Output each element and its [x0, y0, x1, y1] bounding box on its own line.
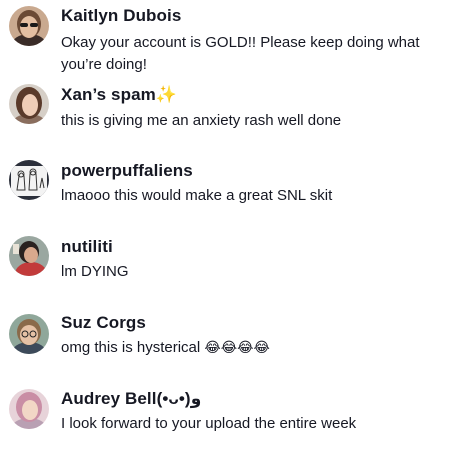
woman-pink-hair-avatar	[9, 389, 49, 429]
comment-username[interactable]: nutiliti	[61, 237, 113, 257]
comment-username[interactable]: Audrey Bell(•ᴗ•)و	[61, 389, 201, 409]
comment-text: omg this is hysterical 😂😂😂😂	[61, 337, 441, 359]
avatar[interactable]	[9, 314, 49, 354]
comment-item: Xan’s spam✨ this is giving me an anxiety…	[0, 76, 450, 152]
comment-username-text: Xan’s spam	[61, 85, 156, 104]
comment-text: I look forward to your upload the entire…	[61, 415, 357, 432]
comment-item: Kaitlyn Dubois Okay your account is GOLD…	[0, 0, 450, 76]
comment-text: Okay your account is GOLD!! Please keep …	[61, 34, 420, 73]
laughing-tears-emoji-icon: 😂😂😂😂	[204, 340, 270, 356]
comment-text: lm DYING	[61, 263, 129, 280]
person-red-shirt-avatar	[9, 236, 49, 276]
avatar[interactable]	[9, 84, 49, 124]
avatar[interactable]	[9, 160, 49, 200]
comment-username[interactable]: Kaitlyn Dubois	[61, 6, 181, 26]
comment-username[interactable]: powerpuffaliens	[61, 161, 193, 181]
cartoon-sketch-avatar	[9, 160, 49, 200]
comment-username[interactable]: Xan’s spam✨	[61, 85, 177, 105]
avatar[interactable]	[9, 236, 49, 276]
comment-text: lmaooo this would make a great SNL skit	[61, 187, 333, 204]
comment-item: nutiliti lm DYING	[0, 228, 450, 304]
person-glasses-avatar	[9, 314, 49, 354]
comment-item: Audrey Bell(•ᴗ•)و I look forward to your…	[0, 380, 450, 450]
comment-username[interactable]: Suz Corgs	[61, 313, 146, 333]
avatar[interactable]	[9, 389, 49, 429]
avatar[interactable]	[9, 6, 49, 46]
woman-portrait-avatar	[9, 84, 49, 124]
woman-with-sunglasses-avatar	[9, 6, 49, 46]
comment-text-body: omg this is hysterical	[61, 339, 201, 356]
comment-text: this is giving me an anxiety rash well d…	[61, 112, 342, 129]
sparkles-icon: ✨	[155, 85, 178, 105]
comment-item: powerpuffaliens lmaooo this would make a…	[0, 152, 450, 228]
comment-item: Suz Corgs omg this is hysterical 😂😂😂😂	[0, 304, 450, 380]
